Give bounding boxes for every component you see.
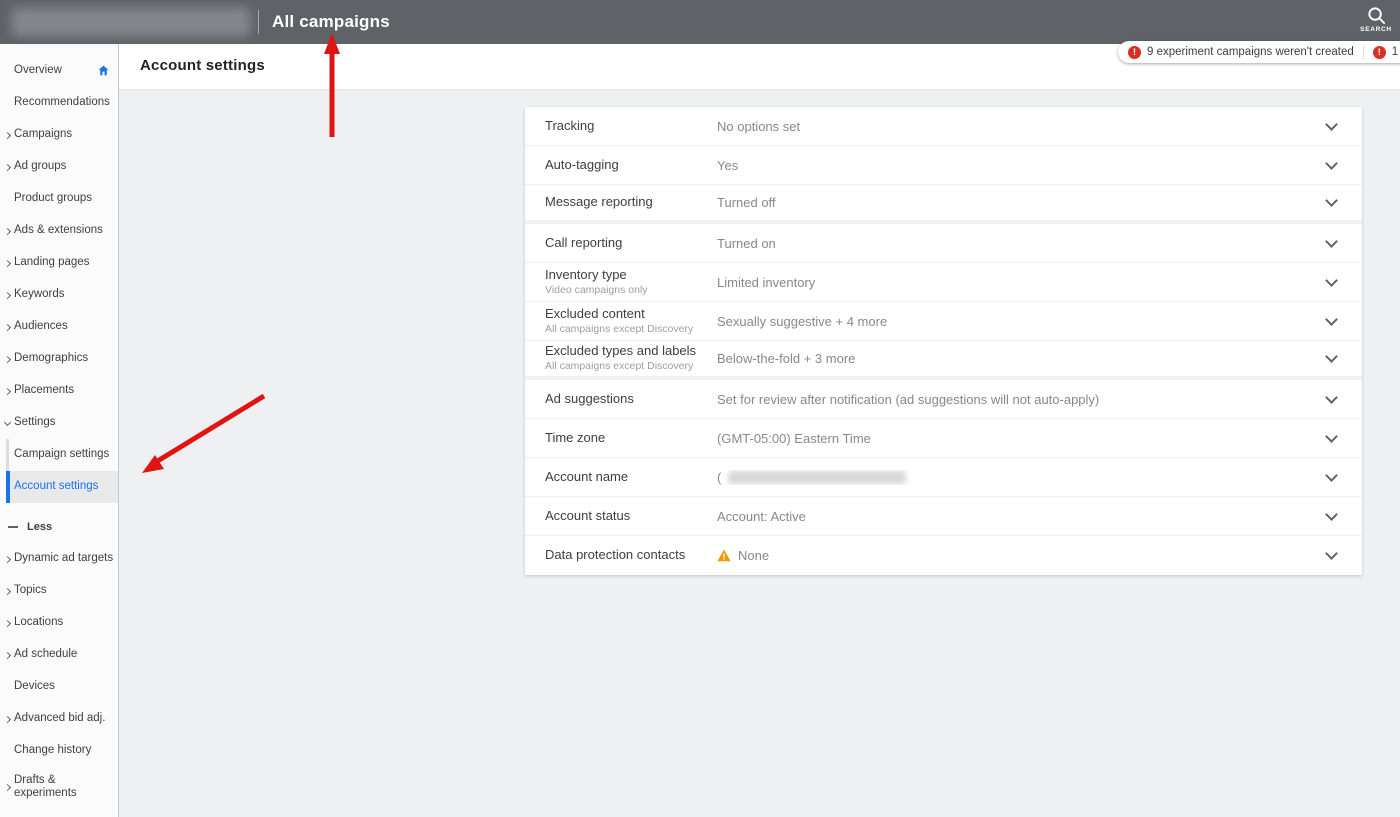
notification-text: 9 experiment campaigns weren't created [1147,46,1354,58]
sidebar-item-devices[interactable]: Devices [0,671,118,703]
search-icon [1367,7,1385,25]
sidebar-item-landing-pages[interactable]: Landing pages [0,247,118,279]
sidebar-item-drafts-experiments[interactable]: Drafts & experiments [0,767,118,807]
sidebar-nav: Overview Recommendations Campaigns Ad gr… [0,44,119,817]
sidebar-item-ad-groups[interactable]: Ad groups [0,151,118,183]
chevron-right-icon [3,259,12,267]
chevron-down-icon[interactable] [1325,156,1338,170]
chevron-right-icon [3,651,12,659]
notification-experiments-1[interactable]: ! 9 experiment campaigns weren't created [1128,45,1354,59]
sidebar-item-dynamic-ad-targets[interactable]: Dynamic ad targets [0,543,118,575]
error-icon: ! [1128,45,1141,59]
chevron-down-icon [3,418,12,427]
settings-row-account-status[interactable]: Account status Account: Active [525,497,1362,536]
settings-row-time-zone[interactable]: Time zone (GMT-05:00) Eastern Time [525,419,1362,458]
settings-row-account-name[interactable]: Account name ( [525,458,1362,497]
notification-text: 1 experi [1391,46,1400,58]
sidebar-item-ads-extensions[interactable]: Ads & extensions [0,215,118,247]
chevron-down-icon[interactable] [1325,507,1338,521]
settings-row-excluded-content[interactable]: Excluded content All campaigns except Di… [525,302,1362,341]
sidebar-item-overview[interactable]: Overview [0,55,118,87]
search-label: SEARCH [1360,26,1392,33]
account-settings-panel: Tracking No options set Auto-tagging Yes… [525,107,1362,575]
chevron-right-icon [3,163,12,171]
chevron-right-icon [3,227,12,235]
sidebar-item-campaign-settings[interactable]: Campaign settings [0,439,118,471]
topbar-divider [258,10,259,34]
chevron-right-icon [3,387,12,395]
chevron-right-icon [3,355,12,363]
chevron-down-icon[interactable] [1325,194,1338,207]
search-button[interactable]: SEARCH [1352,4,1400,42]
sidebar-item-change-history[interactable]: Change history [0,735,118,767]
home-icon [98,65,109,76]
sidebar-item-ad-schedule[interactable]: Ad schedule [0,639,118,671]
chevron-right-icon [3,323,12,331]
account-name-redacted [728,470,907,484]
sidebar-item-locations[interactable]: Locations [0,607,118,639]
sidebar-item-placements[interactable]: Placements [0,375,118,407]
settings-row-data-protection-contacts[interactable]: Data protection contacts None [525,536,1362,575]
settings-row-excluded-types-labels[interactable]: Excluded types and labels All campaigns … [525,341,1362,380]
chevron-right-icon [3,587,12,595]
page-scope-title: All campaigns [272,12,390,31]
notification-separator [1362,45,1364,59]
sidebar-item-account-settings[interactable]: Account settings [0,471,118,503]
subnav-rail [6,439,9,471]
page-title: Account settings [140,57,265,74]
settings-row-inventory-type[interactable]: Inventory type Video campaigns only Limi… [525,263,1362,302]
sidebar-item-campaigns[interactable]: Campaigns [0,119,118,151]
chevron-down-icon[interactable] [1325,468,1338,482]
minus-icon [8,526,18,528]
chevron-down-icon[interactable] [1325,117,1338,131]
chevron-down-icon[interactable] [1325,312,1338,326]
sidebar-item-settings[interactable]: Settings [0,407,118,439]
chevron-right-icon [3,783,12,791]
settings-row-ad-suggestions[interactable]: Ad suggestions Set for review after noti… [525,380,1362,419]
sidebar-item-keywords[interactable]: Keywords [0,279,118,311]
warning-icon [717,549,731,562]
sidebar-item-topics[interactable]: Topics [0,575,118,607]
chevron-right-icon [3,715,12,723]
selected-rail [6,471,10,503]
error-icon: ! [1372,45,1386,59]
chevron-down-icon[interactable] [1325,429,1338,443]
chevron-down-icon[interactable] [1325,390,1338,404]
chevron-down-icon[interactable] [1325,234,1338,248]
annotation-arrow-account-settings [142,393,266,473]
account-logo-blurred[interactable] [12,8,250,36]
chevron-down-icon[interactable] [1325,547,1338,560]
sidebar-item-audiences[interactable]: Audiences [0,311,118,343]
chevron-down-icon[interactable] [1325,273,1338,287]
sidebar-item-demographics[interactable]: Demographics [0,343,118,375]
sidebar-item-advanced-bid-adj[interactable]: Advanced bid adj. [0,703,118,735]
settings-row-tracking[interactable]: Tracking No options set [525,107,1362,146]
chevron-right-icon [3,131,12,139]
settings-row-call-reporting[interactable]: Call reporting Turned on [525,224,1362,263]
settings-row-message-reporting[interactable]: Message reporting Turned off [525,185,1362,224]
notification-experiments-2[interactable]: ! 1 experi [1372,45,1400,59]
chevron-right-icon [3,555,12,563]
notification-bar: ! 9 experiment campaigns weren't created… [1118,41,1400,63]
settings-row-auto-tagging[interactable]: Auto-tagging Yes [525,146,1362,185]
chevron-right-icon [3,291,12,299]
sidebar-item-product-groups[interactable]: Product groups [0,183,118,215]
sidebar-item-less[interactable]: Less [0,511,118,543]
chevron-right-icon [3,619,12,627]
top-app-bar: All campaigns SEARCH [0,0,1400,44]
chevron-down-icon[interactable] [1325,350,1338,363]
sidebar-item-recommendations[interactable]: Recommendations [0,87,118,119]
